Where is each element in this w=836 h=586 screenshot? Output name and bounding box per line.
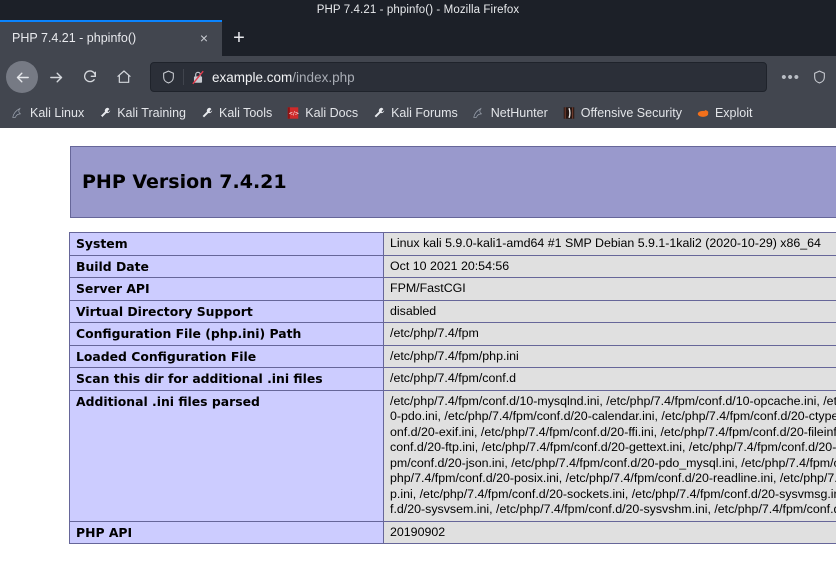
bookmark-label: Kali Docs [305, 106, 359, 120]
row-value: /etc/php/7.4/fpm [383, 322, 836, 346]
url-domain: example.com [212, 69, 293, 85]
bookmark-kali-forums[interactable]: Kali Forums [365, 104, 465, 122]
row-value: FPM/FastCGI [383, 277, 836, 301]
close-icon[interactable]: × [194, 28, 214, 48]
php-version-banner: PHP Version 7.4.21 [70, 146, 836, 218]
row-key: Build Date [69, 254, 384, 278]
row-value: /etc/php/7.4/fpm/php.ini [383, 344, 836, 368]
reload-icon[interactable] [74, 61, 106, 93]
bookmark-label: Kali Tools [219, 106, 273, 120]
row-key: PHP API [69, 520, 384, 544]
bookmark-exploit-db[interactable]: Exploit [689, 104, 760, 122]
svg-text:</>: </> [289, 111, 300, 117]
window-title: PHP 7.4.21 - phpinfo() - Mozilla Firefox [316, 4, 520, 16]
row-value: Linux kali 5.9.0-kali1-amd64 #1 SMP Debi… [383, 232, 836, 256]
row-key: Scan this dir for additional .ini files [69, 367, 384, 391]
tab-title: PHP 7.4.21 - phpinfo() [12, 31, 137, 45]
tab-phpinfo[interactable]: PHP 7.4.21 - phpinfo() × [0, 20, 222, 56]
page-actions-icon[interactable]: ••• [775, 69, 806, 86]
urlbar-divider [183, 69, 184, 85]
bookmark-offensive-security[interactable]: Offensive Security [555, 104, 689, 122]
bookmark-nethunter[interactable]: NetHunter [465, 104, 555, 122]
bookmark-kali-docs[interactable]: </> Kali Docs [279, 104, 365, 122]
exploitdb-icon [697, 110, 709, 117]
wrench-icon [202, 107, 213, 118]
table-row: PHP API 20190902 [69, 520, 836, 544]
new-tab-button[interactable]: + [222, 20, 256, 56]
kali-dragon-icon [473, 107, 482, 118]
bookmark-kali-training[interactable]: Kali Training [91, 104, 193, 122]
bookmark-label: Offensive Security [580, 106, 682, 120]
table-row: Scan this dir for additional .ini files … [69, 367, 836, 391]
table-row: Virtual Directory Support disabled [69, 299, 836, 323]
row-key: Configuration File (php.ini) Path [69, 322, 384, 346]
home-icon[interactable] [108, 61, 140, 93]
table-row: Additional .ini files parsed /etc/php/7.… [69, 389, 836, 522]
row-key: Loaded Configuration File [69, 344, 384, 368]
url-text[interactable]: example.com/index.php [208, 70, 760, 85]
table-row: Server API FPM/FastCGI [69, 277, 836, 301]
address-bar[interactable]: example.com/index.php [150, 62, 768, 92]
kali-dragon-icon [12, 107, 21, 118]
page-title: PHP Version 7.4.21 [82, 171, 287, 193]
tracking-shield-icon[interactable] [808, 70, 830, 84]
row-value: /etc/php/7.4/fpm/conf.d/10-mysqlnd.ini, … [383, 389, 836, 522]
bookmark-label: NetHunter [490, 106, 548, 120]
phpinfo-core-table: System Linux kali 5.9.0-kali1-amd64 #1 S… [69, 232, 836, 544]
row-key: Additional .ini files parsed [69, 389, 384, 522]
bookmarks-toolbar: Kali Linux Kali Training Kali Tools </> … [0, 98, 836, 128]
navigation-toolbar: example.com/index.php ••• [0, 56, 836, 98]
bookmark-kali-tools[interactable]: Kali Tools [193, 104, 279, 122]
row-key: System [69, 232, 384, 256]
table-row: System Linux kali 5.9.0-kali1-amd64 #1 S… [69, 232, 836, 256]
url-path: /index.php [292, 69, 355, 85]
bookmark-label: Kali Linux [30, 106, 85, 120]
firefox-browser-window: PHP 7.4.21 - phpinfo() - Mozilla Firefox… [0, 0, 836, 586]
wrench-icon [100, 107, 111, 118]
page-viewport: PHP Version 7.4.21 System Linux kali 5.9… [0, 130, 836, 586]
red-book-icon: </> [288, 107, 300, 119]
bookmark-label: Kali Training [117, 106, 186, 120]
row-value: Oct 10 2021 20:54:56 [383, 254, 836, 278]
back-icon[interactable] [6, 61, 38, 93]
row-key: Virtual Directory Support [69, 299, 384, 323]
offsec-icon [563, 107, 574, 119]
tab-strip: PHP 7.4.21 - phpinfo() × + [0, 20, 836, 56]
row-value: 20190902 [383, 520, 836, 544]
phpinfo-table-body: System Linux kali 5.9.0-kali1-amd64 #1 S… [69, 232, 836, 544]
row-value: disabled [383, 299, 836, 323]
wrench-icon [374, 107, 385, 118]
row-value: /etc/php/7.4/fpm/conf.d [383, 367, 836, 391]
bookmark-label: Exploit [714, 106, 753, 120]
phpinfo-page: PHP Version 7.4.21 System Linux kali 5.9… [0, 130, 836, 544]
shield-icon[interactable] [157, 70, 179, 84]
forward-icon[interactable] [40, 61, 72, 93]
table-row: Configuration File (php.ini) Path /etc/p… [69, 322, 836, 346]
table-row: Loaded Configuration File /etc/php/7.4/f… [69, 344, 836, 368]
bookmark-kali-linux[interactable]: Kali Linux [4, 104, 91, 122]
row-key: Server API [69, 277, 384, 301]
lock-crossed-icon[interactable] [188, 70, 208, 85]
window-titlebar: PHP 7.4.21 - phpinfo() - Mozilla Firefox [0, 0, 836, 20]
bookmark-label: Kali Forums [391, 106, 458, 120]
table-row: Build Date Oct 10 2021 20:54:56 [69, 254, 836, 278]
